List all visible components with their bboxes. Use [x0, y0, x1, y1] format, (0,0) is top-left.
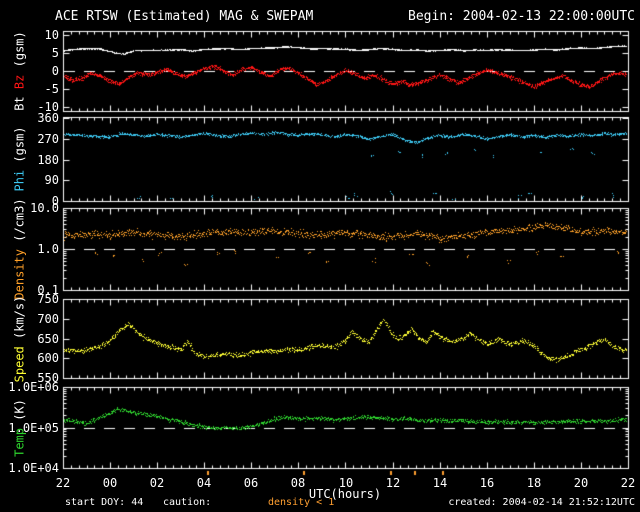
x-tick-label: 10	[338, 476, 354, 490]
y-tick-label: 600	[37, 351, 59, 365]
x-tick-label: 12	[385, 476, 401, 490]
panel-ylabel-phi: Phi (gsm)	[12, 126, 27, 192]
caution-value: density < 1	[268, 497, 335, 508]
x-tick-label: 20	[573, 476, 589, 490]
ace-rtsw-plot: ACE RTSW (Estimated) MAG & SWEPAM Begin:…	[0, 0, 640, 512]
y-tick-label: 10	[44, 28, 59, 42]
x-tick-label: 18	[526, 476, 542, 490]
ylabel-part: Density	[12, 241, 27, 300]
y-tick-label: 270	[37, 132, 59, 146]
start-doy-label: start DOY: 44	[65, 497, 144, 508]
caution-label: caution:	[163, 497, 212, 508]
ylabel-part: Temp	[12, 420, 27, 457]
y-tick-label: 90	[44, 173, 59, 187]
x-tick-label: 22	[55, 476, 71, 490]
ylabel-part: Speed	[12, 338, 27, 382]
y-tick-label: 0	[51, 64, 59, 78]
panel-ylabel-bt-bz: Bt Bz (gsm)	[12, 31, 27, 111]
ylabel-part: Bz	[12, 67, 27, 90]
y-tick-label: 1.0E+06	[8, 380, 59, 394]
y-tick-label: 1.0	[37, 242, 59, 256]
begin-timestamp: Begin: 2004-02-13 22:00:00UTC	[408, 9, 635, 24]
y-tick-label: 5	[51, 46, 59, 60]
x-tick-label: 00	[102, 476, 118, 490]
x-tick-label: 22	[620, 476, 636, 490]
ylabel-part: (K)	[12, 398, 27, 421]
y-tick-label: 360	[37, 111, 59, 125]
ylabel-part: (gsm)	[12, 126, 27, 163]
panel-ylabel-density: Density (/cm3)	[12, 198, 27, 300]
page-title: ACE RTSW (Estimated) MAG & SWEPAM	[55, 9, 314, 24]
ylabel-part: (gsm)	[12, 31, 27, 68]
y-tick-label: -5	[44, 82, 59, 96]
x-tick-label: 02	[149, 476, 165, 490]
x-tick-label: 16	[479, 476, 495, 490]
y-tick-label: 180	[37, 153, 59, 167]
y-tick-label: 1.0E+04	[8, 461, 59, 475]
y-tick-label: 750	[37, 292, 59, 306]
panel-ylabel-temp: Temp (K)	[12, 398, 27, 457]
x-tick-label: 14	[432, 476, 448, 490]
created-timestamp: created: 2004-02-14 21:52:12UTC	[448, 497, 635, 508]
y-tick-label: 650	[37, 332, 59, 346]
ylabel-part: (km/s)	[12, 295, 27, 339]
y-tick-label: 700	[37, 312, 59, 326]
x-tick-label: 06	[243, 476, 259, 490]
ylabel-part: (/cm3)	[12, 198, 27, 242]
panel-ylabel-speed: Speed (km/s)	[12, 295, 27, 382]
plot-canvas	[0, 0, 640, 512]
ylabel-part: Bt	[12, 89, 27, 111]
x-tick-label: 04	[196, 476, 212, 490]
ylabel-part: Phi	[12, 162, 27, 192]
y-tick-label: 10.0	[30, 201, 59, 215]
x-tick-label: 08	[290, 476, 306, 490]
